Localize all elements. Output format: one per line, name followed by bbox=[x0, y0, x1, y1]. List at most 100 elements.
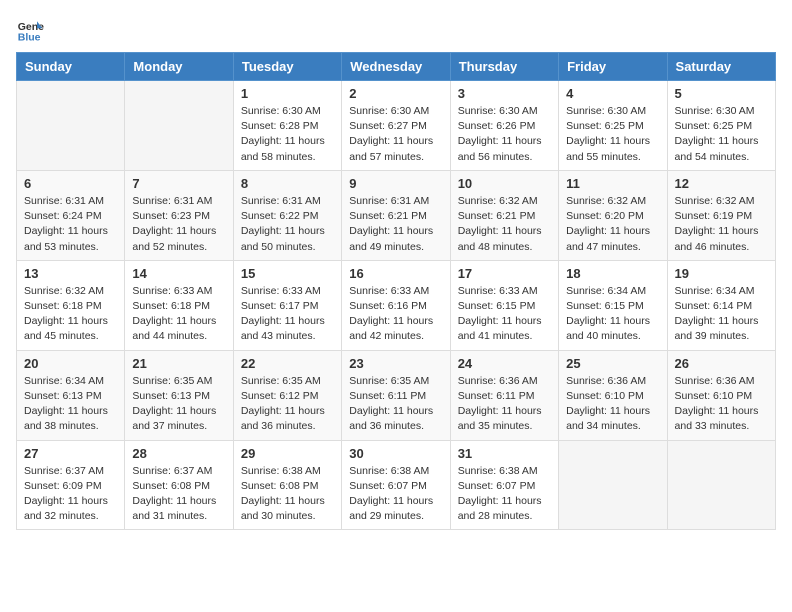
calendar-week-row: 27 Sunrise: 6:37 AM Sunset: 6:09 PM Dayli… bbox=[17, 440, 776, 530]
day-number: 11 bbox=[566, 176, 659, 191]
day-number: 10 bbox=[458, 176, 551, 191]
day-info: Sunrise: 6:37 AM Sunset: 6:09 PM Dayligh… bbox=[24, 464, 117, 525]
day-number: 16 bbox=[349, 266, 442, 281]
calendar-cell bbox=[667, 440, 775, 530]
day-number: 19 bbox=[675, 266, 768, 281]
calendar-table: SundayMondayTuesdayWednesdayThursdayFrid… bbox=[16, 52, 776, 530]
day-info: Sunrise: 6:32 AM Sunset: 6:21 PM Dayligh… bbox=[458, 194, 551, 255]
day-info: Sunrise: 6:38 AM Sunset: 6:07 PM Dayligh… bbox=[458, 464, 551, 525]
day-number: 22 bbox=[241, 356, 334, 371]
calendar-cell: 15Sunrise: 6:33 AM Sunset: 6:17 PM Dayli… bbox=[233, 260, 341, 350]
day-info: Sunrise: 6:32 AM Sunset: 6:18 PM Dayligh… bbox=[24, 284, 117, 345]
day-number: 6 bbox=[24, 176, 117, 191]
day-info: Sunrise: 6:30 AM Sunset: 6:27 PM Dayligh… bbox=[349, 104, 442, 165]
calendar-cell: 24Sunrise: 6:36 AM Sunset: 6:11 PM Dayli… bbox=[450, 350, 558, 440]
day-info: Sunrise: 6:30 AM Sunset: 6:26 PM Dayligh… bbox=[458, 104, 551, 165]
day-info: Sunrise: 6:35 AM Sunset: 6:11 PM Dayligh… bbox=[349, 374, 442, 435]
day-info: Sunrise: 6:38 AM Sunset: 6:07 PM Dayligh… bbox=[349, 464, 442, 525]
calendar-cell: 18 Sunrise: 6:34 AM Sunset: 6:15 PM Dayli… bbox=[559, 260, 667, 350]
day-info: Sunrise: 6:31 AM Sunset: 6:23 PM Dayligh… bbox=[132, 194, 225, 255]
calendar-cell: 22 Sunrise: 6:35 AM Sunset: 6:12 PM Dayli… bbox=[233, 350, 341, 440]
calendar-cell bbox=[17, 81, 125, 171]
day-info: Sunrise: 6:31 AM Sunset: 6:22 PM Dayligh… bbox=[241, 194, 334, 255]
day-info: Sunrise: 6:34 AM Sunset: 6:15 PM Dayligh… bbox=[566, 284, 659, 345]
day-number: 18 bbox=[566, 266, 659, 281]
day-number: 21 bbox=[132, 356, 225, 371]
day-info: Sunrise: 6:33 AM Sunset: 6:16 PM Dayligh… bbox=[349, 284, 442, 345]
day-info: Sunrise: 6:33 AM Sunset: 6:18 PM Dayligh… bbox=[132, 284, 225, 345]
day-info: Sunrise: 6:32 AM Sunset: 6:19 PM Dayligh… bbox=[675, 194, 768, 255]
day-header-wednesday: Wednesday bbox=[342, 53, 450, 81]
day-header-sunday: Sunday bbox=[17, 53, 125, 81]
calendar-cell: 25Sunrise: 6:36 AM Sunset: 6:10 PM Dayli… bbox=[559, 350, 667, 440]
calendar-cell: 12 Sunrise: 6:32 AM Sunset: 6:19 PM Dayli… bbox=[667, 170, 775, 260]
day-number: 30 bbox=[349, 446, 442, 461]
day-number: 8 bbox=[241, 176, 334, 191]
day-info: Sunrise: 6:36 AM Sunset: 6:10 PM Dayligh… bbox=[675, 374, 768, 435]
calendar-cell: 8 Sunrise: 6:31 AM Sunset: 6:22 PM Daylig… bbox=[233, 170, 341, 260]
day-number: 4 bbox=[566, 86, 659, 101]
calendar-cell: 4 Sunrise: 6:30 AM Sunset: 6:25 PM Daylig… bbox=[559, 81, 667, 171]
calendar-cell: 10 Sunrise: 6:32 AM Sunset: 6:21 PM Dayli… bbox=[450, 170, 558, 260]
day-number: 27 bbox=[24, 446, 117, 461]
day-info: Sunrise: 6:30 AM Sunset: 6:25 PM Dayligh… bbox=[566, 104, 659, 165]
calendar-header-row: SundayMondayTuesdayWednesdayThursdayFrid… bbox=[17, 53, 776, 81]
calendar-cell: 16 Sunrise: 6:33 AM Sunset: 6:16 PM Dayli… bbox=[342, 260, 450, 350]
calendar-cell: 31 Sunrise: 6:38 AM Sunset: 6:07 PM Dayli… bbox=[450, 440, 558, 530]
day-info: Sunrise: 6:33 AM Sunset: 6:15 PM Dayligh… bbox=[458, 284, 551, 345]
day-number: 13 bbox=[24, 266, 117, 281]
day-number: 9 bbox=[349, 176, 442, 191]
calendar-cell bbox=[125, 81, 233, 171]
calendar-cell: 9 Sunrise: 6:31 AM Sunset: 6:21 PM Daylig… bbox=[342, 170, 450, 260]
calendar-cell: 19 Sunrise: 6:34 AM Sunset: 6:14 PM Dayli… bbox=[667, 260, 775, 350]
calendar-cell: 5 Sunrise: 6:30 AM Sunset: 6:25 PM Daylig… bbox=[667, 81, 775, 171]
calendar-week-row: 6 Sunrise: 6:31 AM Sunset: 6:24 PM Daylig… bbox=[17, 170, 776, 260]
day-number: 7 bbox=[132, 176, 225, 191]
day-info: Sunrise: 6:35 AM Sunset: 6:12 PM Dayligh… bbox=[241, 374, 334, 435]
day-header-friday: Friday bbox=[559, 53, 667, 81]
day-info: Sunrise: 6:34 AM Sunset: 6:14 PM Dayligh… bbox=[675, 284, 768, 345]
calendar-cell: 2 Sunrise: 6:30 AM Sunset: 6:27 PM Daylig… bbox=[342, 81, 450, 171]
day-info: Sunrise: 6:31 AM Sunset: 6:21 PM Dayligh… bbox=[349, 194, 442, 255]
day-number: 17 bbox=[458, 266, 551, 281]
calendar-cell: 23 Sunrise: 6:35 AM Sunset: 6:11 PM Dayli… bbox=[342, 350, 450, 440]
calendar-cell: 29Sunrise: 6:38 AM Sunset: 6:08 PM Dayli… bbox=[233, 440, 341, 530]
day-number: 5 bbox=[675, 86, 768, 101]
day-number: 24 bbox=[458, 356, 551, 371]
day-number: 23 bbox=[349, 356, 442, 371]
calendar-week-row: 13 Sunrise: 6:32 AM Sunset: 6:18 PM Dayli… bbox=[17, 260, 776, 350]
calendar-cell: 30 Sunrise: 6:38 AM Sunset: 6:07 PM Dayli… bbox=[342, 440, 450, 530]
day-info: Sunrise: 6:32 AM Sunset: 6:20 PM Dayligh… bbox=[566, 194, 659, 255]
logo: General Blue bbox=[16, 16, 48, 44]
day-info: Sunrise: 6:30 AM Sunset: 6:28 PM Dayligh… bbox=[241, 104, 334, 165]
calendar-cell bbox=[559, 440, 667, 530]
calendar-cell: 28 Sunrise: 6:37 AM Sunset: 6:08 PM Dayli… bbox=[125, 440, 233, 530]
calendar-cell: 14Sunrise: 6:33 AM Sunset: 6:18 PM Dayli… bbox=[125, 260, 233, 350]
day-header-thursday: Thursday bbox=[450, 53, 558, 81]
calendar-cell: 7 Sunrise: 6:31 AM Sunset: 6:23 PM Daylig… bbox=[125, 170, 233, 260]
svg-text:Blue: Blue bbox=[18, 32, 41, 44]
day-number: 25 bbox=[566, 356, 659, 371]
day-header-tuesday: Tuesday bbox=[233, 53, 341, 81]
day-info: Sunrise: 6:37 AM Sunset: 6:08 PM Dayligh… bbox=[132, 464, 225, 525]
day-number: 3 bbox=[458, 86, 551, 101]
calendar-cell: 11 Sunrise: 6:32 AM Sunset: 6:20 PM Dayli… bbox=[559, 170, 667, 260]
day-info: Sunrise: 6:31 AM Sunset: 6:24 PM Dayligh… bbox=[24, 194, 117, 255]
calendar-cell: 17 Sunrise: 6:33 AM Sunset: 6:15 PM Dayli… bbox=[450, 260, 558, 350]
day-info: Sunrise: 6:38 AM Sunset: 6:08 PM Dayligh… bbox=[241, 464, 334, 525]
day-number: 1 bbox=[241, 86, 334, 101]
day-number: 12 bbox=[675, 176, 768, 191]
day-header-saturday: Saturday bbox=[667, 53, 775, 81]
day-info: Sunrise: 6:35 AM Sunset: 6:13 PM Dayligh… bbox=[132, 374, 225, 435]
calendar-cell: 1 Sunrise: 6:30 AM Sunset: 6:28 PM Daylig… bbox=[233, 81, 341, 171]
calendar-cell: 26 Sunrise: 6:36 AM Sunset: 6:10 PM Dayli… bbox=[667, 350, 775, 440]
page-header: General Blue bbox=[16, 16, 776, 44]
day-info: Sunrise: 6:30 AM Sunset: 6:25 PM Dayligh… bbox=[675, 104, 768, 165]
calendar-cell: 27 Sunrise: 6:37 AM Sunset: 6:09 PM Dayli… bbox=[17, 440, 125, 530]
day-number: 31 bbox=[458, 446, 551, 461]
day-number: 2 bbox=[349, 86, 442, 101]
day-number: 20 bbox=[24, 356, 117, 371]
day-number: 28 bbox=[132, 446, 225, 461]
calendar-cell: 6 Sunrise: 6:31 AM Sunset: 6:24 PM Daylig… bbox=[17, 170, 125, 260]
day-number: 26 bbox=[675, 356, 768, 371]
